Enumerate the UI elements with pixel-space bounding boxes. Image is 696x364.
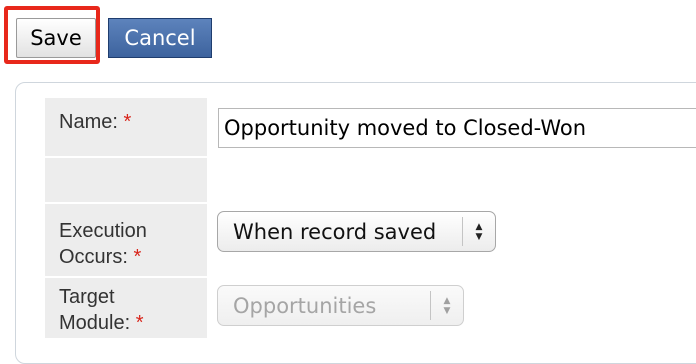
execution-occurs-select[interactable]: When record saved ▲ ▼ — [217, 211, 496, 252]
label-column: Name: * Execution Occurs: * Target Modul… — [45, 98, 207, 338]
up-down-arrows-icon: ▲ ▼ — [475, 221, 483, 242]
toolbar: Save Cancel — [0, 0, 696, 80]
up-down-arrows-icon: ▲ ▼ — [443, 295, 451, 316]
label-spacer — [45, 158, 207, 202]
required-mark: * — [123, 111, 132, 133]
execution-occurs-value: When record saved — [233, 219, 437, 244]
required-mark: * — [133, 246, 142, 268]
name-label: Name: * — [45, 98, 207, 156]
execution-occurs-label: Execution Occurs: * — [45, 204, 207, 276]
name-input[interactable] — [218, 108, 696, 148]
required-mark: * — [135, 312, 144, 334]
cancel-button[interactable]: Cancel — [108, 18, 212, 58]
target-module-label: Target Module: * — [45, 278, 207, 338]
save-button[interactable]: Save — [16, 18, 96, 58]
target-module-select[interactable]: Opportunities ▲ ▼ — [217, 285, 464, 326]
target-module-value: Opportunities — [233, 293, 377, 318]
